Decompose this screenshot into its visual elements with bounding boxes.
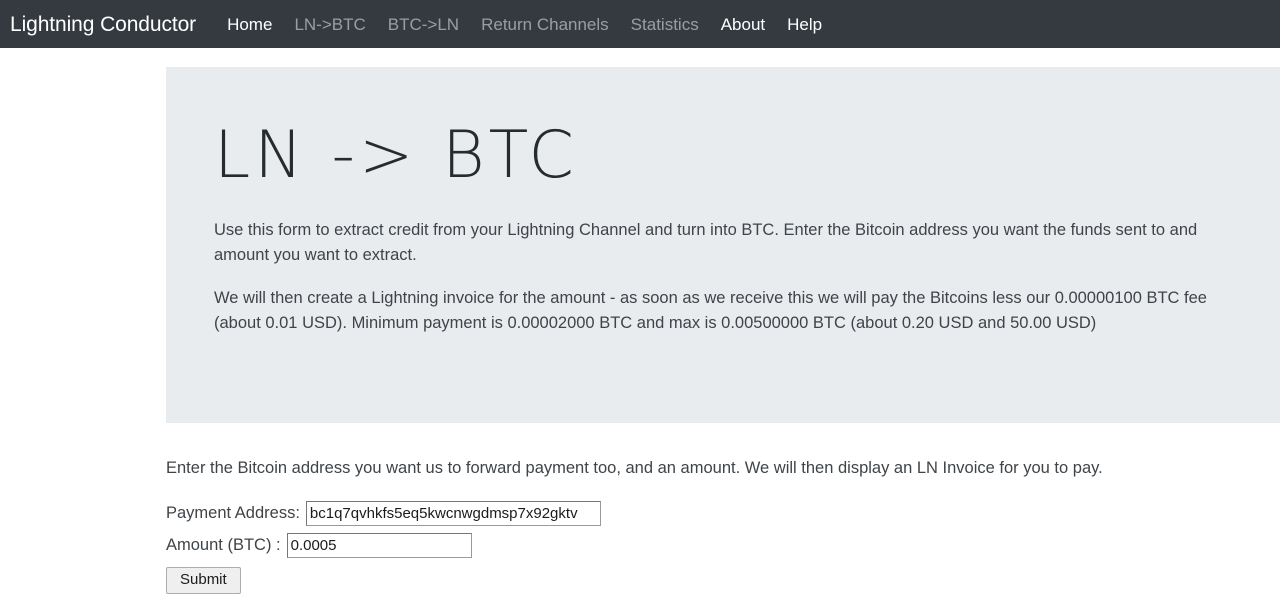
nav-item-home[interactable]: Home (216, 16, 283, 33)
nav-item-btc-to-ln[interactable]: BTC->LN (377, 16, 470, 33)
nav-item-statistics[interactable]: Statistics (620, 16, 710, 33)
nav-item-ln-to-btc[interactable]: LN->BTC (283, 16, 376, 33)
jumbotron-paragraph-1: Use this form to extract credit from you… (214, 221, 1198, 265)
top-navbar: Lightning Conductor Home LN->BTC BTC->LN… (0, 0, 1280, 48)
jumbotron: LN -> BTC Use this form to extract credi… (166, 67, 1280, 423)
form-instructions: Enter the Bitcoin address you want us to… (166, 459, 1103, 477)
navbar-links: Home LN->BTC BTC->LN Return Channels Sta… (204, 16, 833, 33)
amount-label: Amount (BTC) : (166, 535, 281, 554)
payment-address-input[interactable] (305, 500, 601, 526)
amount-row: Amount (BTC) : (166, 532, 1280, 558)
submit-button[interactable]: Submit (166, 566, 241, 595)
jumbotron-wrapper: LN -> BTC Use this form to extract credi… (0, 48, 1280, 423)
main-content: Enter the Bitcoin address you want us to… (0, 423, 1280, 595)
jumbotron-paragraph-2: We will then create a Lightning invoice … (214, 289, 1207, 333)
page-title: LN -> BTC (214, 118, 578, 193)
payment-address-label: Payment Address: (166, 503, 300, 522)
amount-input[interactable] (286, 532, 472, 558)
nav-item-help[interactable]: Help (776, 16, 833, 33)
navbar-brand[interactable]: Lightning Conductor (10, 14, 204, 35)
payment-address-row: Payment Address: (166, 500, 1280, 526)
submit-row: Submit (166, 566, 1280, 595)
ln-to-btc-form: Payment Address: Amount (BTC) : Submit (166, 500, 1280, 595)
nav-item-return-channels[interactable]: Return Channels (470, 16, 620, 33)
nav-item-about[interactable]: About (710, 16, 776, 33)
